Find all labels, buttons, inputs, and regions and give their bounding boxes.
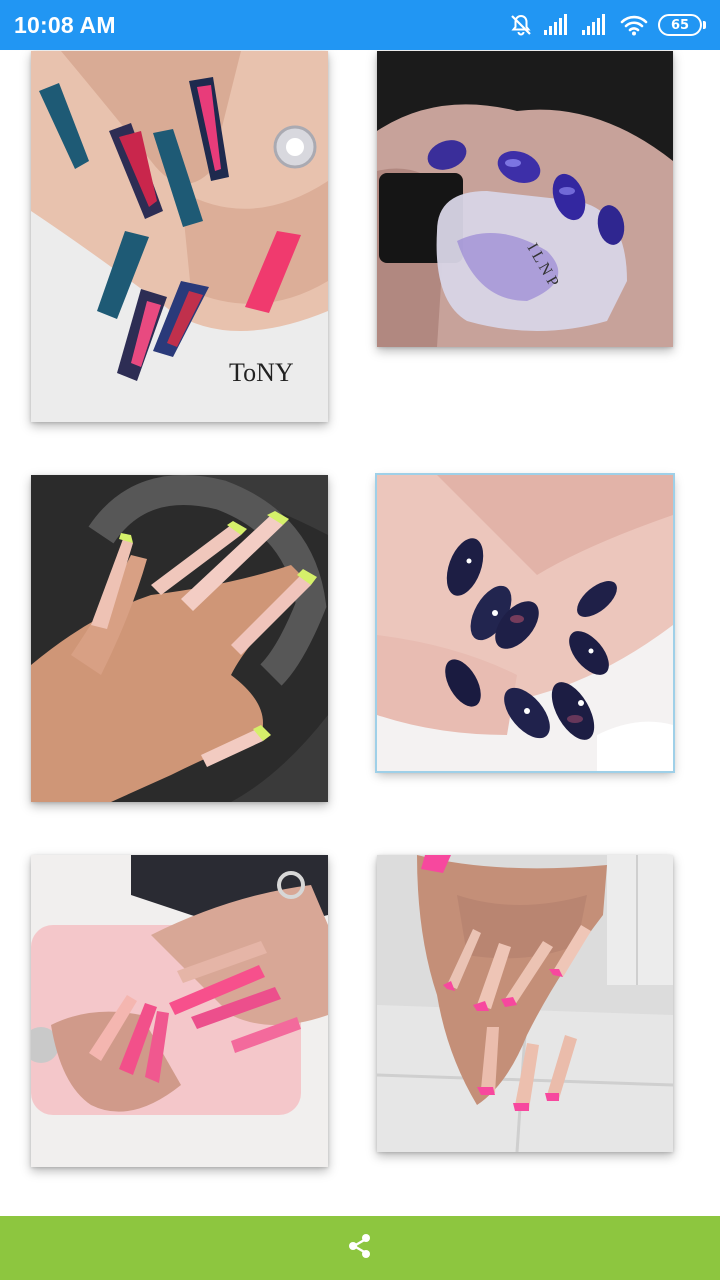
- status-icons: 65: [508, 12, 706, 38]
- nail-image-4[interactable]: [375, 473, 675, 773]
- battery-icon: 65: [658, 14, 706, 36]
- nail-image-6[interactable]: [377, 855, 673, 1152]
- nail-image-3[interactable]: [31, 475, 328, 802]
- watermark-text: ToNY: [229, 358, 294, 387]
- signal-icon: [582, 14, 610, 36]
- battery-level: 65: [658, 14, 702, 36]
- signal-icon: [544, 14, 572, 36]
- nail-image-2[interactable]: I L N P: [377, 51, 673, 347]
- nail-image-5[interactable]: [31, 855, 328, 1167]
- wifi-icon: [620, 14, 648, 36]
- bottom-bar: [0, 1216, 720, 1280]
- status-bar: 10:08 AM 65: [0, 0, 720, 50]
- nail-image-1[interactable]: ToNY: [31, 51, 328, 422]
- share-icon: [346, 1232, 374, 1265]
- status-time: 10:08 AM: [14, 11, 116, 38]
- notifications-off-icon: [508, 12, 534, 38]
- nail-gallery: ToNY I L N P: [0, 50, 720, 1216]
- share-button[interactable]: [332, 1220, 388, 1276]
